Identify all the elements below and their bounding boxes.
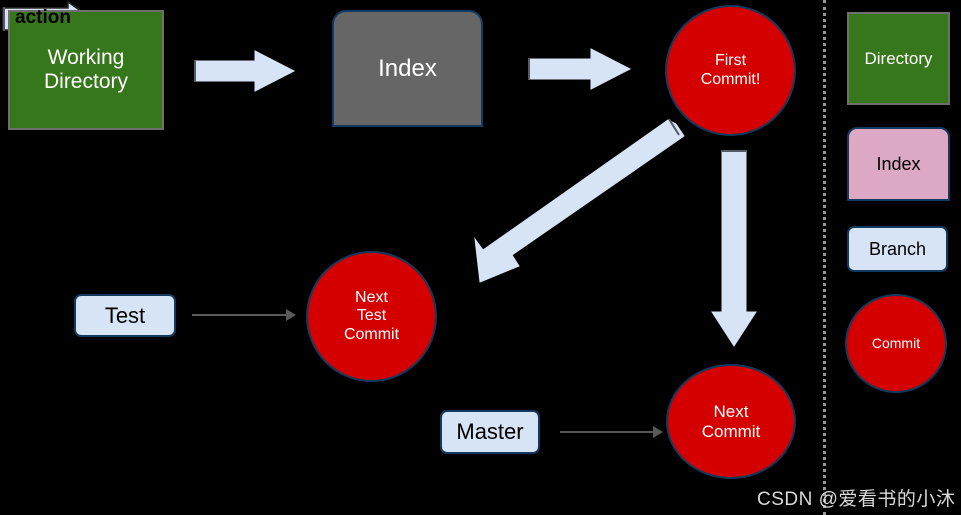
arrow-index-to-first-commit bbox=[527, 48, 633, 90]
legend-divider bbox=[823, 0, 826, 515]
working-directory-label-line2: Directory bbox=[43, 70, 128, 93]
node-index: Index bbox=[332, 10, 483, 127]
arrow-test-to-next-test-commit bbox=[192, 303, 298, 332]
node-next-test-commit: Next Test Commit bbox=[306, 251, 437, 382]
first-commit-label-line2: Commit! bbox=[700, 70, 761, 88]
test-branch-label: Test bbox=[104, 302, 146, 328]
arrow-first-commit-to-next-commit bbox=[706, 140, 762, 350]
index-label: Index bbox=[378, 54, 437, 82]
first-commit-label-line1: First bbox=[714, 51, 747, 69]
next-test-commit-label-line2: Test bbox=[356, 307, 387, 325]
master-branch-label: Master bbox=[456, 419, 524, 445]
node-first-commit: First Commit! bbox=[665, 5, 796, 136]
watermark: CSDN @爱看书的小沐 bbox=[757, 489, 956, 510]
arrow-first-commit-to-next-test-commit bbox=[440, 118, 690, 298]
legend-item-index: Index bbox=[847, 127, 950, 201]
next-test-commit-label-line1: Next bbox=[355, 288, 388, 306]
legend-action-label: action bbox=[15, 7, 71, 28]
arrow-master-to-next-commit bbox=[560, 420, 666, 449]
legend-index-label: Index bbox=[876, 153, 921, 174]
node-test-branch: Test bbox=[74, 294, 176, 337]
legend-branch-label: Branch bbox=[868, 238, 927, 259]
next-commit-label-line2: Commit bbox=[701, 421, 761, 441]
arrow-working-directory-to-index bbox=[193, 50, 297, 92]
node-master-branch: Master bbox=[440, 410, 540, 454]
next-test-commit-label-line3: Commit bbox=[343, 325, 400, 343]
working-directory-label-line1: Working bbox=[47, 45, 125, 69]
legend-item-directory: Directory bbox=[847, 12, 950, 105]
legend-directory-label: Directory bbox=[864, 48, 933, 68]
legend-item-commit: Commit bbox=[845, 294, 947, 393]
next-commit-label-line1: Next bbox=[713, 401, 749, 421]
legend-commit-label: Commit bbox=[871, 335, 921, 352]
legend-item-branch: Branch bbox=[847, 226, 948, 272]
diagram-canvas: Working Directory Index First Commit! Te… bbox=[0, 0, 961, 515]
node-next-commit: Next Commit bbox=[666, 364, 796, 479]
